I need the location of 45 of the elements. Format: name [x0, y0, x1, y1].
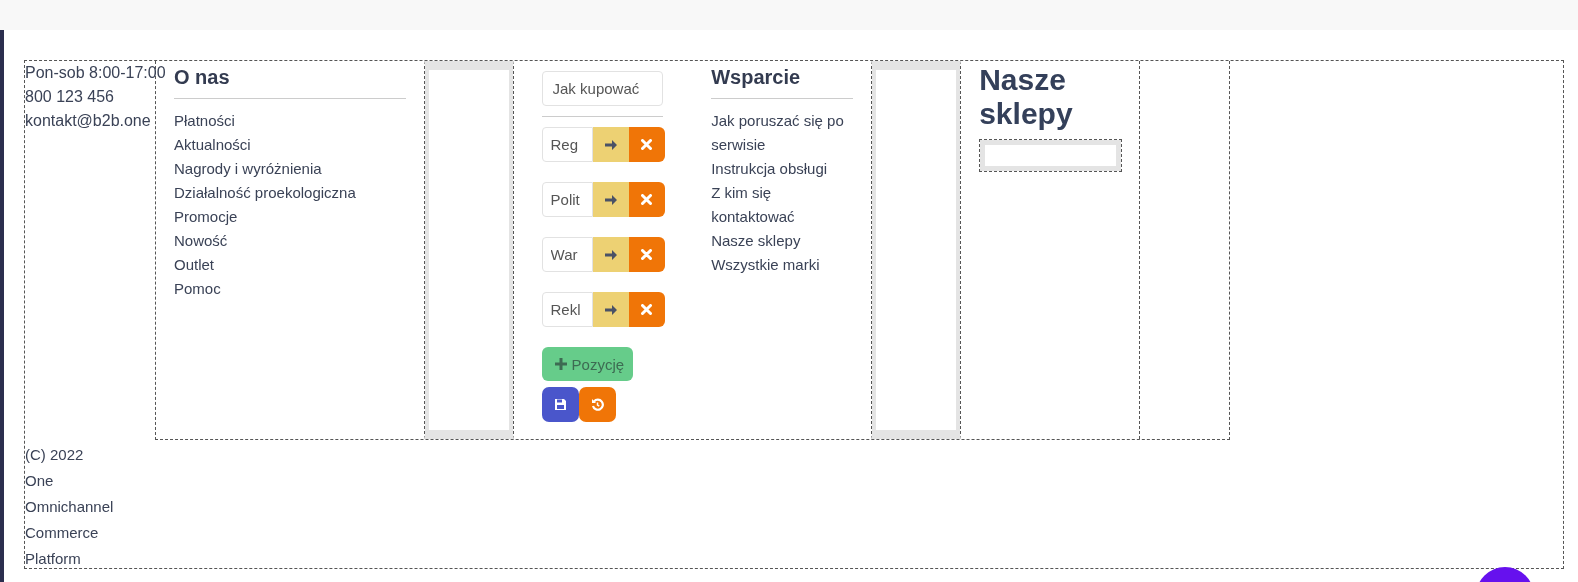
footer-link[interactable]: Promocje: [174, 205, 406, 229]
close-icon: [641, 249, 653, 260]
remove-button[interactable]: [628, 237, 665, 272]
footer-link[interactable]: Wszystkie marki: [711, 253, 854, 277]
move-button[interactable]: [592, 182, 629, 217]
close-icon: [641, 139, 653, 150]
text-field[interactable]: Jak kupować: [541, 71, 663, 106]
copyright-text: (C) 2022 One Omnichannel Commerce Platform: [25, 445, 115, 569]
contact-text: 800 123 456: [25, 87, 114, 107]
footer-link[interactable]: Jak poruszać się po serwisie: [711, 109, 854, 157]
footer-link[interactable]: Płatności: [174, 109, 406, 133]
close-icon: [641, 304, 653, 315]
footer-link[interactable]: Pomoc: [174, 277, 406, 301]
close-icon: [641, 194, 653, 205]
remove-button[interactable]: [628, 292, 665, 327]
arrow-right-icon: [603, 302, 618, 317]
footer-link[interactable]: Outlet: [174, 253, 406, 277]
item-field[interactable]: War: [541, 237, 593, 272]
move-button[interactable]: [592, 292, 629, 327]
remove-button[interactable]: [628, 127, 665, 162]
contact-text: kontakt@b2b.one: [25, 111, 151, 131]
item-field[interactable]: Polit: [541, 182, 593, 217]
footer-link[interactable]: Działalność proekologiczna: [174, 181, 406, 205]
arrow-right-icon: [603, 137, 618, 152]
item-field[interactable]: Reg: [541, 127, 593, 162]
section-heading: O nas: [174, 65, 231, 90]
stores-heading: Nasze sklepy: [979, 63, 1074, 131]
footer-link[interactable]: Z kim się kontaktować: [711, 181, 854, 229]
item-field[interactable]: Rekl: [541, 292, 593, 327]
section-heading: Wsparcie: [711, 65, 802, 90]
move-button[interactable]: [592, 127, 629, 162]
move-button[interactable]: [592, 237, 629, 272]
footer-link[interactable]: Aktualności: [174, 133, 406, 157]
save-button[interactable]: [541, 387, 579, 422]
footer-link[interactable]: Nowość: [174, 229, 406, 253]
arrow-right-icon: [603, 247, 618, 262]
footer-link[interactable]: Instrukcja obsługi: [711, 157, 854, 181]
footer-link[interactable]: Nasze sklepy: [711, 229, 854, 253]
contact-text: Pon-sob 8:00-17:00: [25, 63, 166, 83]
plus-icon: [554, 358, 567, 370]
undo-icon: [590, 398, 604, 411]
footer-link[interactable]: Nagrody i wyróżnienia: [174, 157, 406, 181]
arrow-right-icon: [603, 192, 618, 207]
remove-button[interactable]: [628, 182, 665, 217]
reset-button[interactable]: [578, 387, 616, 422]
